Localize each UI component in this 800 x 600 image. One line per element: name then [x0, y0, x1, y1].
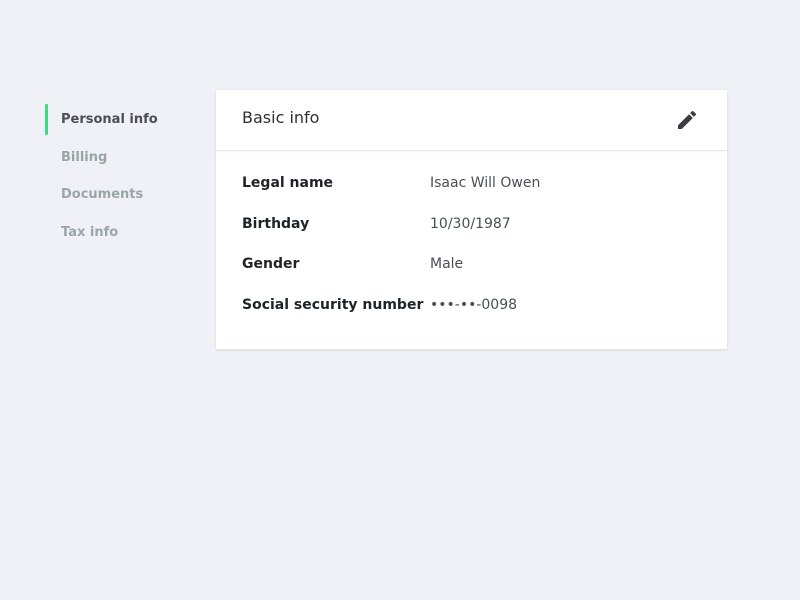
- card-title: Basic info: [242, 108, 319, 127]
- field-label: Birthday: [242, 216, 309, 232]
- field-value: Isaac Will Owen: [430, 175, 540, 191]
- field-value: 10/30/1987: [430, 216, 511, 232]
- field-row-legal-name: Legal name Isaac Will Owen: [216, 175, 727, 216]
- sidebar-item-billing[interactable]: Billing: [45, 142, 195, 174]
- field-value: •••-••-0098: [430, 297, 517, 313]
- field-row-birthday: Birthday 10/30/1987: [216, 216, 727, 257]
- field-row-gender: Gender Male: [216, 256, 727, 297]
- card-header: Basic info: [216, 90, 727, 151]
- field-label: Social security number: [242, 297, 423, 313]
- card-body: Legal name Isaac Will Owen Birthday 10/3…: [216, 151, 727, 338]
- field-value: Male: [430, 256, 463, 272]
- sidebar-item-tax-info[interactable]: Tax info: [45, 217, 195, 249]
- sidebar-nav: Personal info Billing Documents Tax info: [45, 104, 195, 254]
- pencil-icon: [675, 108, 699, 132]
- field-label: Legal name: [242, 175, 333, 191]
- field-label: Gender: [242, 256, 299, 272]
- field-row-ssn: Social security number •••-••-0098: [216, 297, 727, 338]
- edit-button[interactable]: [675, 108, 699, 132]
- sidebar-item-documents[interactable]: Documents: [45, 179, 195, 211]
- basic-info-card: Basic info Legal name Isaac Will Owen Bi…: [216, 90, 727, 349]
- sidebar-item-personal-info[interactable]: Personal info: [45, 104, 195, 136]
- page: Personal info Billing Documents Tax info…: [0, 0, 800, 600]
